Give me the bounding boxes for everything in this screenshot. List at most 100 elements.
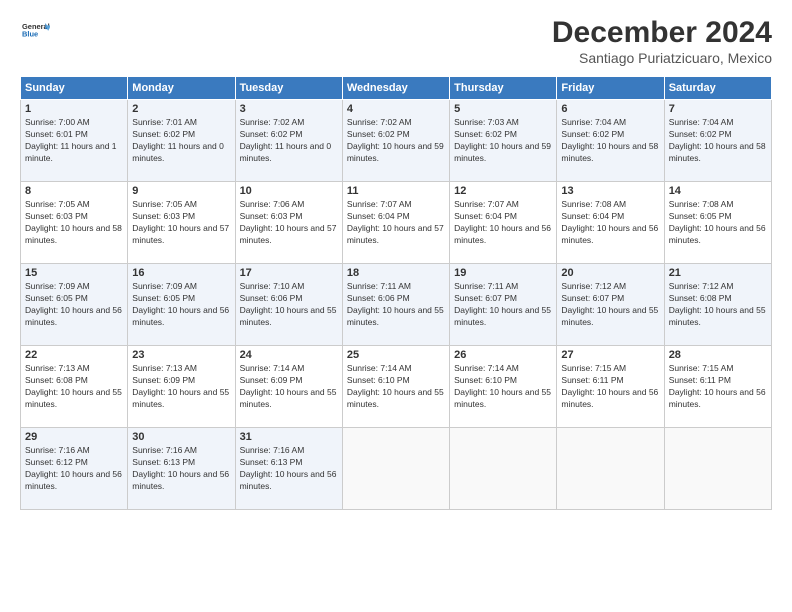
table-row: 27 Sunrise: 7:15 AMSunset: 6:11 PMDaylig… [557,346,664,428]
day-number: 19 [454,267,552,279]
day-number: 17 [240,267,338,279]
day-number: 30 [132,431,230,443]
day-detail: Sunrise: 7:13 AMSunset: 6:08 PMDaylight:… [25,363,122,409]
table-row: 4 Sunrise: 7:02 AMSunset: 6:02 PMDayligh… [342,100,449,182]
day-detail: Sunrise: 7:13 AMSunset: 6:09 PMDaylight:… [132,363,229,409]
table-row: 26 Sunrise: 7:14 AMSunset: 6:10 PMDaylig… [450,346,557,428]
day-number: 13 [561,185,659,197]
day-number: 28 [669,349,767,361]
day-detail: Sunrise: 7:05 AMSunset: 6:03 PMDaylight:… [132,199,229,245]
table-row: 3 Sunrise: 7:02 AMSunset: 6:02 PMDayligh… [235,100,342,182]
table-row: 29 Sunrise: 7:16 AMSunset: 6:12 PMDaylig… [21,428,128,510]
header-saturday: Saturday [664,77,771,100]
day-number: 2 [132,103,230,115]
day-detail: Sunrise: 7:08 AMSunset: 6:05 PMDaylight:… [669,199,766,245]
table-row: 30 Sunrise: 7:16 AMSunset: 6:13 PMDaylig… [128,428,235,510]
location-title: Santiago Puriatzicuaro, Mexico [552,50,772,66]
table-row: 7 Sunrise: 7:04 AMSunset: 6:02 PMDayligh… [664,100,771,182]
month-title: December 2024 [552,16,772,50]
calendar-week-row: 15 Sunrise: 7:09 AMSunset: 6:05 PMDaylig… [21,264,772,346]
day-number: 12 [454,185,552,197]
table-row: 6 Sunrise: 7:04 AMSunset: 6:02 PMDayligh… [557,100,664,182]
header-sunday: Sunday [21,77,128,100]
day-detail: Sunrise: 7:16 AMSunset: 6:13 PMDaylight:… [240,445,337,491]
table-row: 23 Sunrise: 7:13 AMSunset: 6:09 PMDaylig… [128,346,235,428]
table-row: 13 Sunrise: 7:08 AMSunset: 6:04 PMDaylig… [557,182,664,264]
day-detail: Sunrise: 7:09 AMSunset: 6:05 PMDaylight:… [132,281,229,327]
logo-icon: General Blue [22,16,50,44]
day-number: 3 [240,103,338,115]
day-number: 22 [25,349,123,361]
day-detail: Sunrise: 7:05 AMSunset: 6:03 PMDaylight:… [25,199,122,245]
table-row: 10 Sunrise: 7:06 AMSunset: 6:03 PMDaylig… [235,182,342,264]
day-detail: Sunrise: 7:11 AMSunset: 6:06 PMDaylight:… [347,281,444,327]
calendar-week-row: 29 Sunrise: 7:16 AMSunset: 6:12 PMDaylig… [21,428,772,510]
day-detail: Sunrise: 7:06 AMSunset: 6:03 PMDaylight:… [240,199,337,245]
table-row: 20 Sunrise: 7:12 AMSunset: 6:07 PMDaylig… [557,264,664,346]
table-row [450,428,557,510]
table-row: 12 Sunrise: 7:07 AMSunset: 6:04 PMDaylig… [450,182,557,264]
logo-text: General Blue [20,16,50,49]
day-number: 10 [240,185,338,197]
day-detail: Sunrise: 7:09 AMSunset: 6:05 PMDaylight:… [25,281,122,327]
day-detail: Sunrise: 7:12 AMSunset: 6:08 PMDaylight:… [669,281,766,327]
calendar-table: Sunday Monday Tuesday Wednesday Thursday… [20,76,772,510]
table-row [664,428,771,510]
day-detail: Sunrise: 7:14 AMSunset: 6:10 PMDaylight:… [454,363,551,409]
day-detail: Sunrise: 7:02 AMSunset: 6:02 PMDaylight:… [240,117,332,163]
day-number: 14 [669,185,767,197]
day-detail: Sunrise: 7:00 AMSunset: 6:01 PMDaylight:… [25,117,117,163]
table-row: 9 Sunrise: 7:05 AMSunset: 6:03 PMDayligh… [128,182,235,264]
table-row: 11 Sunrise: 7:07 AMSunset: 6:04 PMDaylig… [342,182,449,264]
table-row [342,428,449,510]
day-detail: Sunrise: 7:02 AMSunset: 6:02 PMDaylight:… [347,117,444,163]
day-number: 18 [347,267,445,279]
table-row: 24 Sunrise: 7:14 AMSunset: 6:09 PMDaylig… [235,346,342,428]
day-detail: Sunrise: 7:10 AMSunset: 6:06 PMDaylight:… [240,281,337,327]
table-row [557,428,664,510]
day-number: 1 [25,103,123,115]
day-detail: Sunrise: 7:11 AMSunset: 6:07 PMDaylight:… [454,281,551,327]
calendar-week-row: 22 Sunrise: 7:13 AMSunset: 6:08 PMDaylig… [21,346,772,428]
day-detail: Sunrise: 7:04 AMSunset: 6:02 PMDaylight:… [561,117,658,163]
table-row: 5 Sunrise: 7:03 AMSunset: 6:02 PMDayligh… [450,100,557,182]
day-number: 21 [669,267,767,279]
day-number: 5 [454,103,552,115]
table-row: 18 Sunrise: 7:11 AMSunset: 6:06 PMDaylig… [342,264,449,346]
day-detail: Sunrise: 7:15 AMSunset: 6:11 PMDaylight:… [669,363,766,409]
table-row: 25 Sunrise: 7:14 AMSunset: 6:10 PMDaylig… [342,346,449,428]
day-number: 7 [669,103,767,115]
day-number: 16 [132,267,230,279]
day-detail: Sunrise: 7:01 AMSunset: 6:02 PMDaylight:… [132,117,224,163]
day-detail: Sunrise: 7:12 AMSunset: 6:07 PMDaylight:… [561,281,658,327]
page-header: General Blue December 2024 Santiago Puri… [20,16,772,66]
day-number: 15 [25,267,123,279]
table-row: 31 Sunrise: 7:16 AMSunset: 6:13 PMDaylig… [235,428,342,510]
day-detail: Sunrise: 7:07 AMSunset: 6:04 PMDaylight:… [454,199,551,245]
day-detail: Sunrise: 7:07 AMSunset: 6:04 PMDaylight:… [347,199,444,245]
table-row: 21 Sunrise: 7:12 AMSunset: 6:08 PMDaylig… [664,264,771,346]
day-detail: Sunrise: 7:14 AMSunset: 6:09 PMDaylight:… [240,363,337,409]
day-number: 20 [561,267,659,279]
header-monday: Monday [128,77,235,100]
day-detail: Sunrise: 7:16 AMSunset: 6:12 PMDaylight:… [25,445,122,491]
day-detail: Sunrise: 7:03 AMSunset: 6:02 PMDaylight:… [454,117,551,163]
header-tuesday: Tuesday [235,77,342,100]
table-row: 28 Sunrise: 7:15 AMSunset: 6:11 PMDaylig… [664,346,771,428]
svg-text:Blue: Blue [22,30,38,39]
day-number: 8 [25,185,123,197]
day-number: 9 [132,185,230,197]
day-number: 24 [240,349,338,361]
calendar-week-row: 1 Sunrise: 7:00 AMSunset: 6:01 PMDayligh… [21,100,772,182]
table-row: 19 Sunrise: 7:11 AMSunset: 6:07 PMDaylig… [450,264,557,346]
header-wednesday: Wednesday [342,77,449,100]
day-number: 11 [347,185,445,197]
header-thursday: Thursday [450,77,557,100]
day-number: 23 [132,349,230,361]
table-row: 17 Sunrise: 7:10 AMSunset: 6:06 PMDaylig… [235,264,342,346]
table-row: 2 Sunrise: 7:01 AMSunset: 6:02 PMDayligh… [128,100,235,182]
day-number: 31 [240,431,338,443]
logo: General Blue [20,16,50,49]
weekday-header-row: Sunday Monday Tuesday Wednesday Thursday… [21,77,772,100]
table-row: 14 Sunrise: 7:08 AMSunset: 6:05 PMDaylig… [664,182,771,264]
